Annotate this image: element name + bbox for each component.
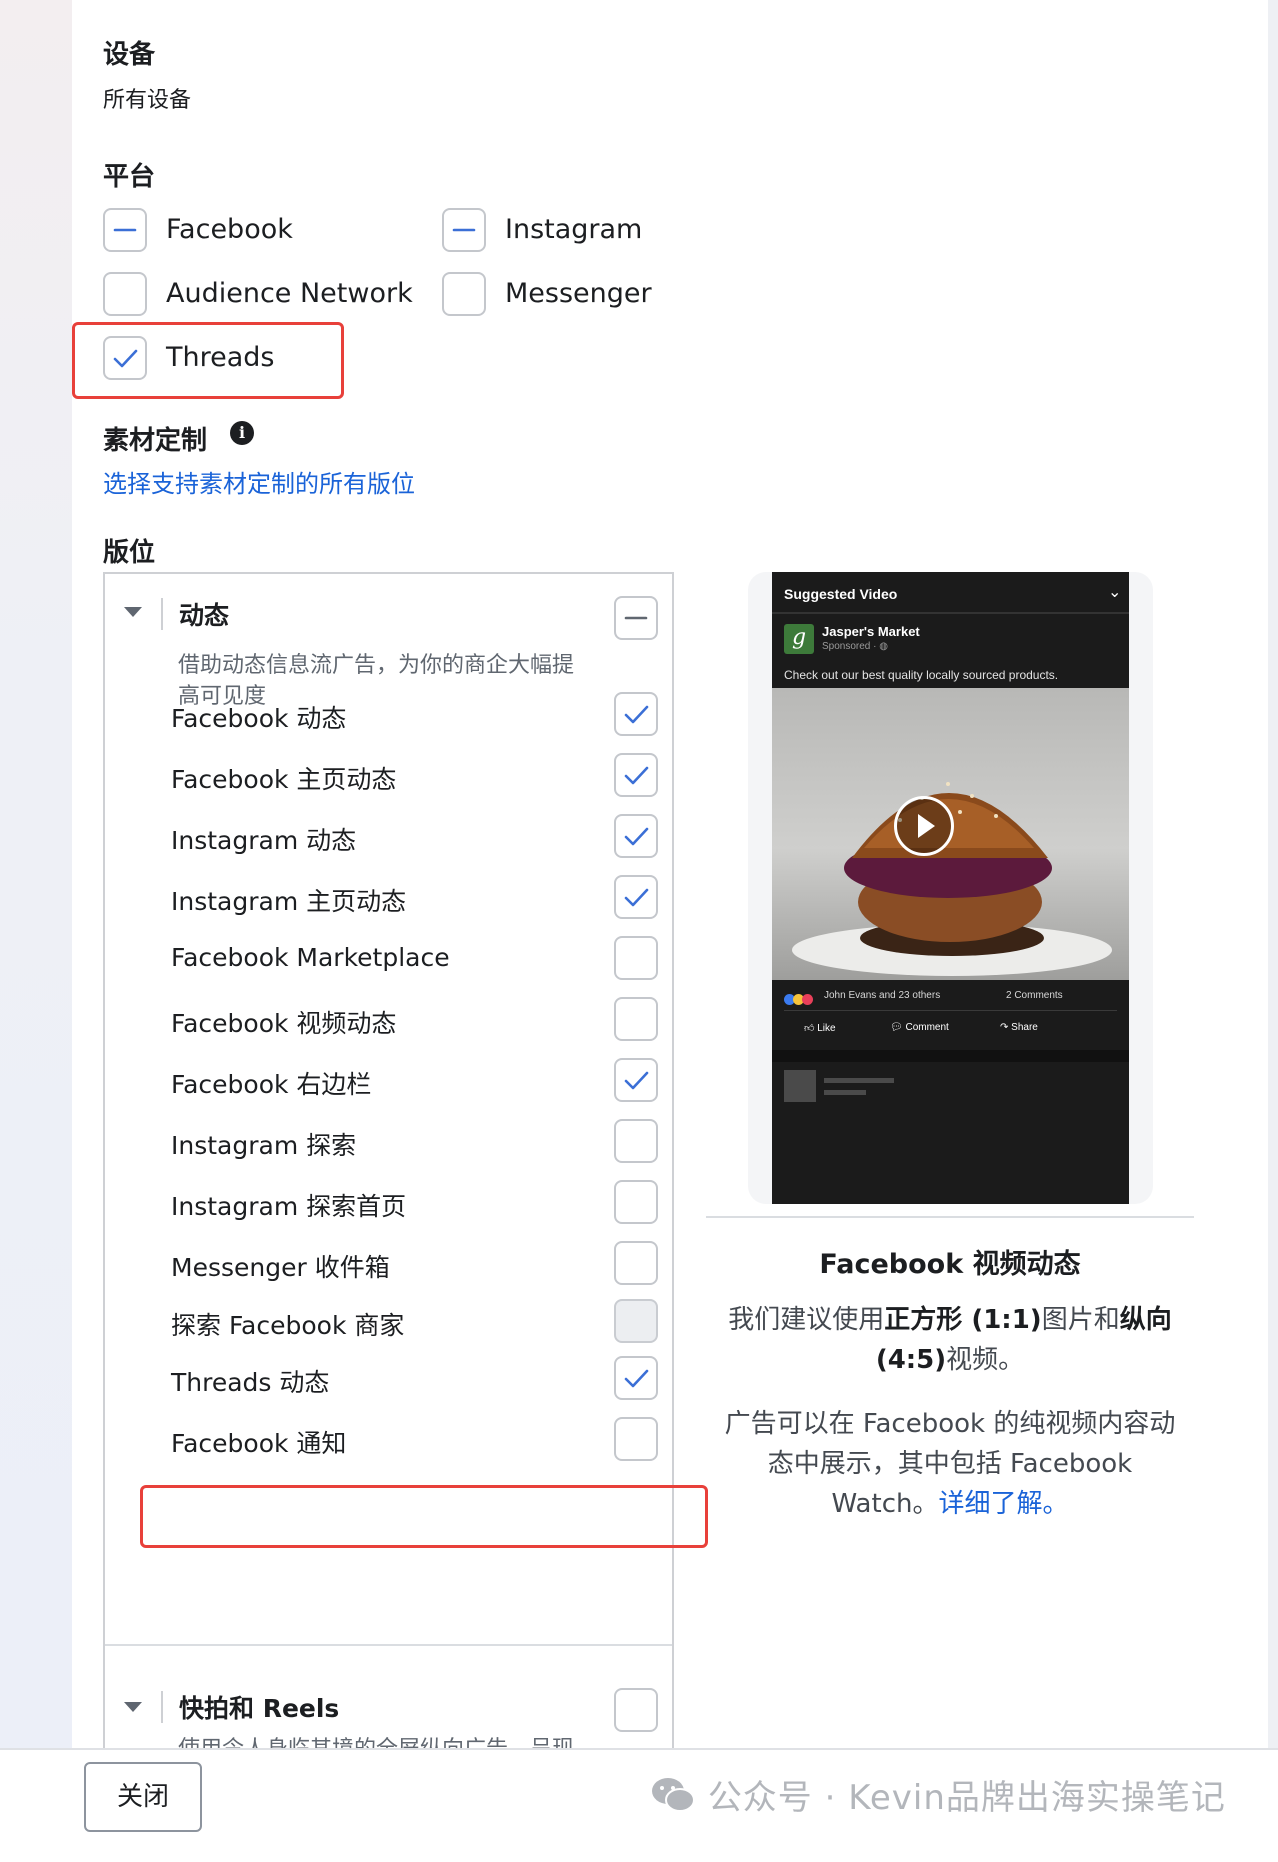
placement-checkbox[interactable] xyxy=(614,875,658,919)
placement-label: Instagram 动态 xyxy=(171,826,357,855)
threads-platform-checkbox[interactable] xyxy=(103,336,147,380)
audience-network-checkbox[interactable] xyxy=(103,272,147,316)
placement-label: Facebook 视频动态 xyxy=(171,1009,397,1038)
messenger-platform-label: Messenger xyxy=(505,278,652,309)
suggested-video-header: Suggested Video xyxy=(784,586,898,602)
placement-label: Threads 动态 xyxy=(171,1368,330,1397)
placement-checkbox[interactable] xyxy=(614,1180,658,1224)
messenger-platform-checkbox[interactable] xyxy=(442,272,486,316)
placement-checkbox[interactable] xyxy=(614,1241,658,1285)
placement-label: Facebook 主页动态 xyxy=(171,765,397,794)
checkmark-icon xyxy=(624,888,649,907)
share-action[interactable]: ↷ Share xyxy=(1000,1022,1038,1033)
divider xyxy=(161,1691,163,1723)
placement-label: Facebook 右边栏 xyxy=(171,1070,372,1099)
instagram-platform-label: Instagram xyxy=(505,214,643,245)
comments-count: 2 Comments xyxy=(1006,990,1063,1001)
placement-label: Instagram 探索首页 xyxy=(171,1192,407,1221)
feeds-description-line-1: 借助动态信息流广告，为你的商企大幅提 xyxy=(178,653,575,678)
platforms-heading: 平台 xyxy=(103,162,156,192)
ad-caption: Check out our best quality locally sourc… xyxy=(784,668,1059,682)
thumbs-up-icon: 👍︎ xyxy=(804,1023,815,1034)
minus-icon xyxy=(624,616,648,620)
jaspers-market-logo: g xyxy=(784,624,814,654)
placement-checkbox[interactable] xyxy=(614,1417,658,1461)
placement-label: Instagram 探索 xyxy=(171,1131,357,1160)
preview-title: Facebook 视频动态 xyxy=(819,1249,1081,1280)
watermark: 公众号 · Kevin品牌出海实操笔记 xyxy=(650,1770,1226,1819)
checkmark-icon xyxy=(624,705,649,724)
placement-checkbox[interactable] xyxy=(614,814,658,858)
placeholder-avatar xyxy=(784,1070,816,1102)
checkmark-icon xyxy=(624,827,649,846)
info-icon[interactable]: i xyxy=(230,421,254,445)
reels-group-checkbox[interactable] xyxy=(614,1688,658,1732)
threads-platform-label: Threads xyxy=(166,342,275,373)
comment-icon: 💬︎ xyxy=(890,1022,903,1033)
placement-checkbox xyxy=(614,1299,658,1343)
divider xyxy=(161,598,163,630)
ad-preview-phone: Suggested Video ⌄ g Jasper's Market Spon… xyxy=(748,572,1153,1204)
placements-heading: 版位 xyxy=(103,538,156,568)
reels-group-title: 快拍和 Reels xyxy=(179,1694,340,1723)
placement-label: Facebook 动态 xyxy=(171,704,347,733)
threads-feed-highlight xyxy=(140,1485,708,1548)
placement-checkbox[interactable] xyxy=(614,692,658,736)
checkmark-icon xyxy=(624,766,649,785)
devices-value: 所有设备 xyxy=(103,88,192,113)
checkmark-icon xyxy=(624,1369,649,1388)
placement-checkbox[interactable] xyxy=(614,1356,658,1400)
audience-network-label: Audience Network xyxy=(166,278,413,309)
placement-checkbox[interactable] xyxy=(614,997,658,1041)
placement-checkbox[interactable] xyxy=(614,753,658,797)
placement-label: 探索 Facebook 商家 xyxy=(171,1311,405,1340)
preview-description: 广告可以在 Facebook 的纯视频内容动 态中展示，其中包括 Faceboo… xyxy=(724,1409,1176,1519)
reaction-icons xyxy=(784,990,813,1009)
customization-heading: 素材定制 xyxy=(103,426,208,456)
wechat-icon xyxy=(652,1778,695,1812)
checkmark-icon xyxy=(113,349,138,368)
placement-label: Messenger 收件箱 xyxy=(171,1253,390,1282)
facebook-platform-checkbox[interactable] xyxy=(103,208,147,252)
placement-checkbox[interactable] xyxy=(614,936,658,980)
play-button[interactable] xyxy=(894,796,954,856)
instagram-platform-checkbox[interactable] xyxy=(442,208,486,252)
customization-link[interactable]: 选择支持素材定制的所有版位 xyxy=(103,464,415,499)
reels-description: 使用令人身临其境的全屏纵向广告，呈现 xyxy=(178,1734,574,1748)
placement-checkbox[interactable] xyxy=(614,1058,658,1102)
like-action[interactable]: 👍︎ Like xyxy=(804,1022,836,1034)
chevron-down-icon: ⌄ xyxy=(1108,584,1122,601)
facebook-platform-label: Facebook xyxy=(166,214,293,245)
video-thumbnail[interactable] xyxy=(772,688,1129,980)
left-gutter xyxy=(0,0,72,1748)
close-button[interactable]: 关闭 xyxy=(84,1762,202,1832)
play-icon xyxy=(918,814,935,838)
right-gutter xyxy=(1268,0,1278,1748)
feeds-group-checkbox[interactable] xyxy=(614,596,658,640)
feeds-group-title: 动态 xyxy=(179,601,230,630)
placement-label: Facebook 通知 xyxy=(171,1429,347,1458)
placement-checkbox[interactable] xyxy=(614,1119,658,1163)
group-separator xyxy=(105,1644,672,1646)
placements-list: 动态 借助动态信息流广告，为你的商企大幅提 高可见度 Facebook 动态 Fa… xyxy=(103,572,674,1748)
placement-label: Instagram 主页动态 xyxy=(171,887,407,916)
share-icon: ↷ xyxy=(1000,1022,1009,1033)
minus-icon xyxy=(113,228,137,232)
comment-action[interactable]: 💬︎ Comment xyxy=(890,1022,949,1033)
checkmark-icon xyxy=(624,1071,649,1090)
reactions-text: John Evans and 23 others xyxy=(824,990,941,1001)
phone-screen: Suggested Video ⌄ g Jasper's Market Spon… xyxy=(772,572,1129,1204)
feeds-caret-icon[interactable] xyxy=(124,607,142,617)
reels-caret-icon[interactable] xyxy=(124,1702,142,1712)
sponsored-label: Sponsored · ◍ xyxy=(822,641,888,652)
page-name: Jasper's Market xyxy=(822,624,920,639)
devices-heading: 设备 xyxy=(103,40,156,70)
preview-divider xyxy=(706,1216,1194,1218)
preview-recommendation: 我们建议使用正方形 (1:1)图片和纵向 (4:5)视频。 xyxy=(728,1305,1172,1375)
minus-icon xyxy=(452,228,476,232)
learn-more-link[interactable]: 详细了解。 xyxy=(938,1489,1068,1519)
placement-label: Facebook Marketplace xyxy=(171,943,450,972)
globe-icon: ◍ xyxy=(879,641,888,652)
